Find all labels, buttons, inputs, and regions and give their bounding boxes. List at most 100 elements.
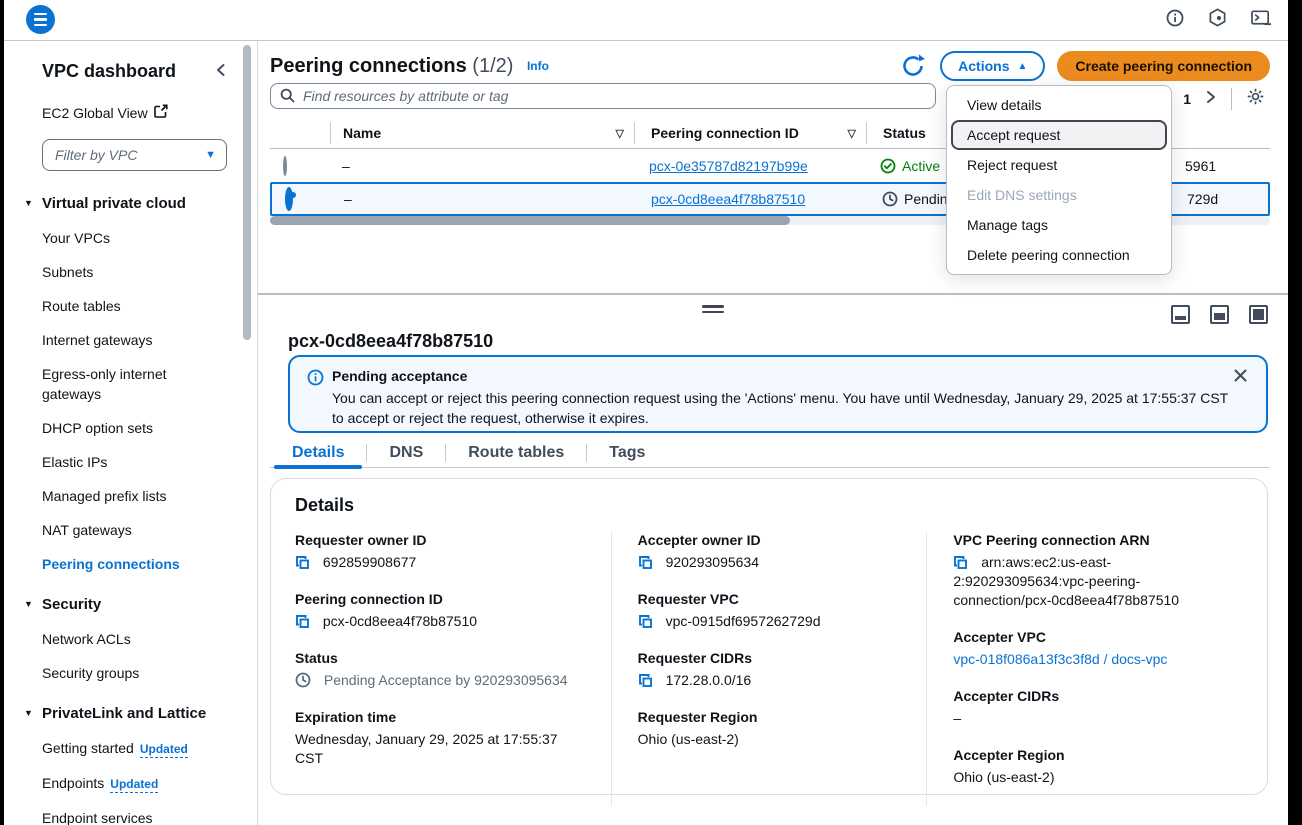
field-label: Accepter Region — [953, 747, 1218, 763]
panel-position-full-icon[interactable] — [1249, 305, 1268, 324]
sidebar-collapse-icon[interactable] — [214, 61, 227, 82]
create-peering-connection-button[interactable]: Create peering connection — [1057, 51, 1270, 81]
peering-connection-link[interactable]: pcx-0cd8eea4f78b87510 — [651, 191, 805, 207]
updated-badge: Updated — [140, 742, 188, 758]
sidebar-section-security[interactable]: ▼ Security — [26, 596, 227, 613]
sidebar: VPC dashboard EC2 Global View Filter by … — [4, 41, 258, 825]
row-radio-selected[interactable] — [285, 187, 293, 211]
sidebar-item-security-groups[interactable]: Security groups — [42, 663, 227, 683]
sidebar-item-dhcp-option-sets[interactable]: DHCP option sets — [42, 418, 227, 438]
table-settings-gear-icon[interactable] — [1246, 87, 1265, 111]
info-link[interactable]: Info — [527, 59, 549, 73]
column-header-peering-connection-id[interactable]: Peering connection ID ▽ — [635, 125, 866, 141]
tab-dns[interactable]: DNS — [367, 439, 445, 467]
tab-tags[interactable]: Tags — [587, 439, 667, 467]
cloudshell-icon[interactable] — [1251, 9, 1272, 32]
triangle-down-icon: ▼ — [24, 599, 33, 609]
tab-route-tables[interactable]: Route tables — [446, 439, 586, 467]
sidebar-item-endpoints[interactable]: EndpointsUpdated — [42, 773, 227, 794]
split-panel-divider — [258, 293, 1288, 295]
field-value: vpc-0915df6957262729d — [666, 613, 821, 629]
field-label: Requester Region — [638, 709, 903, 725]
copy-icon[interactable] — [953, 555, 968, 570]
copy-icon[interactable] — [295, 555, 310, 570]
sidebar-section-vpc[interactable]: ▼ Virtual private cloud — [26, 195, 227, 212]
split-panel-drag-handle[interactable] — [700, 305, 726, 316]
truncated-requester-vpc: 729d — [1187, 191, 1218, 207]
sort-icon[interactable]: ▽ — [616, 127, 624, 140]
alert-title: Pending acceptance — [332, 368, 467, 384]
info-circle-icon — [307, 369, 324, 391]
copy-icon[interactable] — [638, 673, 653, 688]
field-label: Requester owner ID — [295, 532, 587, 548]
copy-icon[interactable] — [638, 555, 653, 570]
truncated-requester-vpc: 5961 — [1185, 158, 1216, 174]
screen: VPC dashboard EC2 Global View Filter by … — [0, 0, 1302, 825]
field-value: Wednesday, January 29, 2025 at 17:55:37 … — [295, 731, 558, 766]
sort-icon[interactable]: ▽ — [848, 127, 856, 140]
field-label: Status — [295, 650, 587, 666]
info-icon[interactable] — [1166, 9, 1184, 32]
details-card-title: Details — [271, 495, 1267, 516]
field-label: Accepter CIDRs — [953, 688, 1218, 704]
actions-dropdown-menu: View details Accept request Reject reque… — [946, 85, 1172, 275]
main-content: Peering connections (1/2) Info Actions▲ … — [258, 41, 1288, 825]
sidebar-title: VPC dashboard — [42, 61, 176, 82]
sidebar-item-elastic-ips[interactable]: Elastic IPs — [42, 452, 227, 472]
filter-by-vpc-select[interactable]: Filter by VPC ▼ — [42, 139, 227, 171]
search-input[interactable] — [270, 83, 936, 109]
sidebar-item-ec2-global-view[interactable]: EC2 Global View — [42, 104, 227, 121]
field-label: Accepter owner ID — [638, 532, 903, 548]
field-value: Pending Acceptance by 920293095634 — [324, 672, 568, 688]
pending-acceptance-alert: Pending acceptance You can accept or rej… — [288, 355, 1268, 433]
sidebar-item-peering-connections[interactable]: Peering connections — [42, 554, 227, 574]
sidebar-item-route-tables[interactable]: Route tables — [42, 296, 227, 316]
field-value: pcx-0cd8eea4f78b87510 — [323, 613, 477, 629]
accepter-vpc-link[interactable]: vpc-018f086a13f3c3f8d / docs-vpc — [953, 651, 1167, 667]
menu-item-accept-request[interactable]: Accept request — [951, 120, 1167, 150]
sidebar-scrollbar[interactable] — [243, 45, 251, 340]
actions-button[interactable]: Actions▲ — [940, 51, 1045, 81]
sidebar-item-subnets[interactable]: Subnets — [42, 262, 227, 282]
details-card: Details Requester owner ID 692859908677 … — [270, 478, 1268, 795]
copy-icon[interactable] — [295, 614, 310, 629]
close-icon[interactable] — [1230, 367, 1250, 387]
panel-position-half-icon[interactable] — [1210, 305, 1229, 324]
sidebar-section-privatelink[interactable]: ▼ PrivateLink and Lattice — [26, 705, 227, 722]
scrollbar-thumb[interactable] — [270, 216, 790, 225]
field-label: VPC Peering connection ARN — [953, 532, 1218, 548]
triangle-down-icon: ▼ — [24, 198, 33, 208]
external-link-icon — [154, 104, 168, 121]
tab-details[interactable]: Details — [270, 439, 366, 467]
sidebar-item-getting-started[interactable]: Getting startedUpdated — [42, 738, 227, 759]
amazon-q-icon[interactable] — [1208, 8, 1227, 32]
sidebar-item-internet-gateways[interactable]: Internet gateways — [42, 330, 227, 350]
chevron-down-icon: ▼ — [205, 149, 216, 161]
sidebar-item-your-vpcs[interactable]: Your VPCs — [42, 228, 227, 248]
field-value: 172.28.0.0/16 — [666, 672, 752, 688]
menu-item-manage-tags[interactable]: Manage tags — [947, 210, 1171, 240]
hamburger-menu-button[interactable] — [26, 5, 55, 34]
top-navigation-bar — [4, 0, 1288, 41]
sidebar-item-managed-prefix-lists[interactable]: Managed prefix lists — [42, 486, 227, 506]
panel-position-bottom-icon[interactable] — [1171, 305, 1190, 324]
column-header-name[interactable]: Name ▽ — [331, 125, 634, 141]
sidebar-item-nat-gateways[interactable]: NAT gateways — [42, 520, 227, 540]
copy-icon[interactable] — [638, 614, 653, 629]
peering-connection-link[interactable]: pcx-0e35787d82197b99e — [649, 158, 808, 174]
sidebar-item-endpoint-services[interactable]: Endpoint services — [42, 808, 227, 825]
next-page-icon[interactable] — [1205, 90, 1217, 109]
field-label: Accepter VPC — [953, 629, 1218, 645]
sidebar-item-network-acls[interactable]: Network ACLs — [42, 629, 227, 649]
split-panel-heading: pcx-0cd8eea4f78b87510 — [288, 331, 493, 352]
sidebar-item-egress-only-internet-gateways[interactable]: Egress-only internet gateways — [42, 364, 227, 404]
row-radio-unselected[interactable] — [283, 156, 287, 176]
menu-item-delete-peering-connection[interactable]: Delete peering connection — [947, 240, 1171, 270]
menu-item-reject-request[interactable]: Reject request — [947, 150, 1171, 180]
field-value: 692859908677 — [323, 554, 416, 570]
refresh-button[interactable] — [898, 51, 928, 81]
menu-item-edit-dns-settings: Edit DNS settings — [947, 180, 1171, 210]
page-number[interactable]: 1 — [1183, 91, 1191, 107]
menu-item-view-details[interactable]: View details — [947, 90, 1171, 120]
field-value: 920293095634 — [666, 554, 759, 570]
